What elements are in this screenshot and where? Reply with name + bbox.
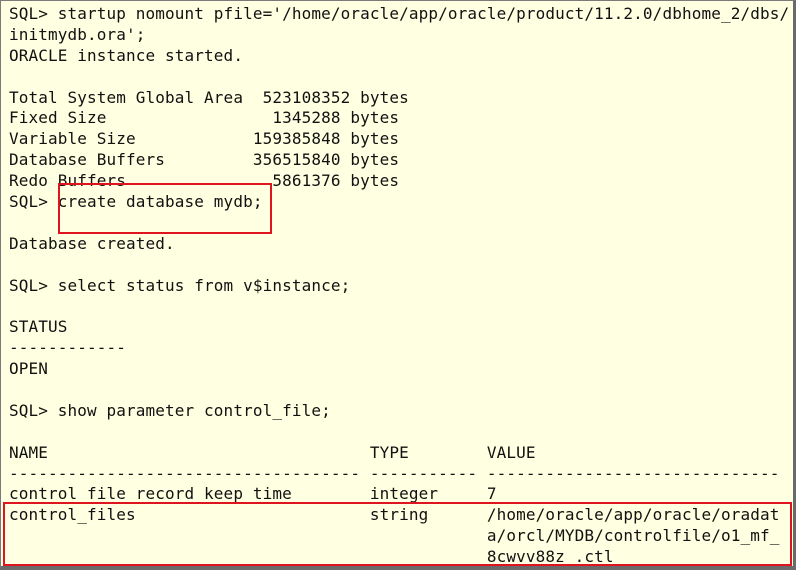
terminal-line: ------------ <box>9 338 127 358</box>
highlight-create-database <box>58 183 272 234</box>
terminal-line: SQL> show parameter control_file; <box>9 400 331 420</box>
terminal-line: NAME TYPE VALUE <box>9 442 536 462</box>
terminal-line: SQL> startup nomount pfile='/home/oracle… <box>9 4 790 23</box>
terminal-window: SQL> startup nomount pfile='/home/oracle… <box>0 0 796 570</box>
highlight-control-files <box>3 502 792 566</box>
terminal-line: STATUS <box>9 317 68 337</box>
terminal-line: ORACLE instance started. <box>9 45 244 65</box>
terminal-output: SQL> startup nomount pfile='/home/oracle… <box>9 4 789 568</box>
terminal-line: SQL> select status from v$instance; <box>9 275 351 295</box>
terminal-line: Database Buffers 356515840 bytes <box>9 150 400 170</box>
terminal-line: ------------------------------------ ---… <box>9 463 780 483</box>
terminal-line: initmydb.ora'; <box>9 24 146 44</box>
terminal-line: OPEN <box>9 359 49 379</box>
terminal-line: Database created. <box>9 233 175 253</box>
terminal-line: Variable Size 159385848 bytes <box>9 129 400 149</box>
terminal-line: Fixed Size 1345288 bytes <box>9 108 400 128</box>
terminal-line: Total System Global Area 523108352 bytes <box>9 87 409 107</box>
